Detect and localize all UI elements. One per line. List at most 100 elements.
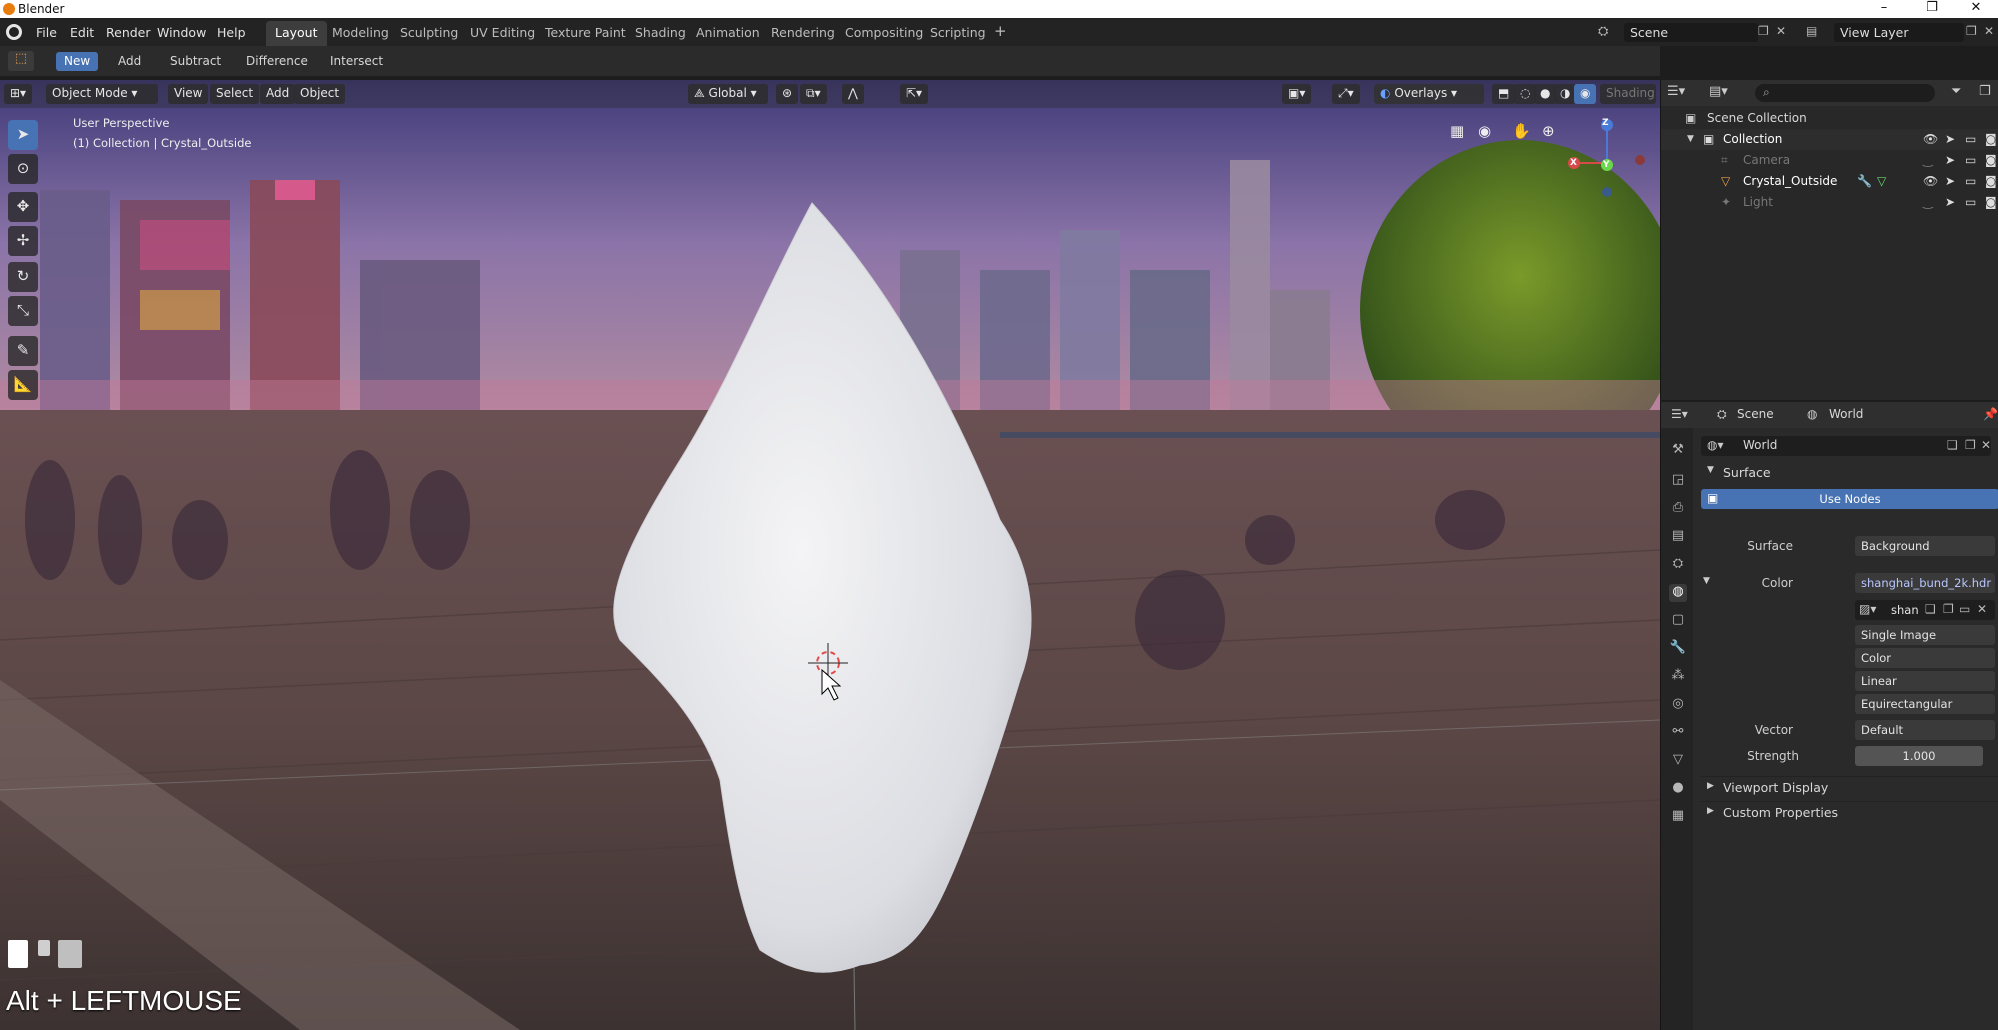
add-workspace-button[interactable]: + (994, 22, 1007, 40)
tab-rendering[interactable]: Rendering (771, 25, 835, 40)
new-collection-icon[interactable]: ❐ (1979, 84, 1991, 99)
tab-world-icon[interactable]: ◍ (1669, 584, 1687, 602)
color-image-texture-field[interactable]: shanghai_bund_2k.hdr (1855, 573, 1995, 593)
filter-icon[interactable]: ⏷ (1951, 84, 1961, 99)
tab-animation[interactable]: Animation (696, 25, 760, 40)
tab-texture-icon[interactable]: ▦ (1669, 808, 1687, 826)
mode-new-button[interactable]: New (56, 52, 99, 71)
outliner-row-scene-collection[interactable]: ▣ Scene Collection (1661, 108, 1998, 129)
scene-selector[interactable]: Scene (1624, 23, 1758, 42)
tab-data-icon[interactable]: ▽ (1669, 752, 1687, 770)
viewport-toggle-icon[interactable]: ▭ (1965, 171, 1976, 191)
restore-button[interactable]: ❐ (1910, 0, 1954, 18)
viewport-toggle-icon[interactable]: ▭ (1965, 192, 1976, 212)
view-layer-selector[interactable]: View Layer (1834, 23, 1964, 42)
visibility-toggle-icon[interactable]: ▣▾ (1282, 84, 1312, 104)
outliner-editor-icon[interactable]: ☰▾ (1667, 84, 1685, 99)
menu-file[interactable]: File (36, 25, 57, 40)
shading-rendered-icon[interactable]: ◉ (1574, 84, 1597, 104)
move-tool-icon[interactable]: ✥ (8, 192, 38, 222)
menu-render[interactable]: Render (106, 25, 151, 40)
shading-dropdown[interactable]: Shading (1600, 84, 1656, 104)
visibility-eye-icon[interactable]: ‿ (1923, 150, 1933, 170)
tab-uv-editing[interactable]: UV Editing (470, 25, 535, 40)
tab-sculpting[interactable]: Sculpting (400, 25, 458, 40)
toggle-camera-view-icon[interactable]: ▦ (1450, 122, 1464, 140)
world-fake-user-icon[interactable]: ❑ (1947, 438, 1958, 452)
mode-subtract-button[interactable]: Subtract (162, 52, 229, 71)
xray-icon[interactable]: ⬒ (1492, 84, 1516, 104)
selectable-icon[interactable]: ➤ (1945, 171, 1955, 191)
minimize-button[interactable]: – (1862, 0, 1906, 18)
surface-shader-field[interactable]: Background (1855, 536, 1995, 556)
scale-tool-icon[interactable]: ⤡ (8, 296, 38, 326)
tab-compositing[interactable]: Compositing (845, 25, 923, 40)
world-datablock-selector[interactable]: ◍▾ World ❑ ❐ ✕ (1701, 436, 1991, 456)
tab-view-layer-icon[interactable]: ▤ (1669, 528, 1687, 546)
select-box-tool-icon[interactable]: ⬚ (8, 51, 34, 71)
3d-viewport[interactable]: Z X Y ▦ ◉ ✋ ⊕ User Perspective (1) Colle… (0, 80, 1660, 1030)
menu-window[interactable]: Window (157, 25, 206, 40)
add-menu[interactable]: Add (260, 84, 296, 104)
render-toggle-icon[interactable]: ◙ (1985, 171, 1997, 191)
view-menu[interactable]: View (168, 84, 209, 104)
hand-pan-icon[interactable]: ✋ (1512, 122, 1531, 140)
render-toggle-icon[interactable]: ◙ (1985, 129, 1997, 149)
transform-tool-icon[interactable]: ✢ (8, 226, 38, 256)
gizmo-toggle-icon[interactable]: ⇱▾ (900, 84, 929, 104)
camera-icon[interactable]: ◉ (1478, 122, 1491, 140)
tab-texture-paint[interactable]: Texture Paint (545, 25, 626, 40)
overlays-toggle[interactable]: ◐ Overlays ▾ (1374, 84, 1484, 104)
mode-difference-button[interactable]: Difference (238, 52, 316, 71)
projection-dropdown[interactable]: Equirectangular (1855, 694, 1995, 714)
tab-physics-icon[interactable]: ◎ (1669, 696, 1687, 714)
selectable-icon[interactable]: ➤ (1945, 150, 1955, 170)
tab-layout[interactable]: Layout (266, 21, 327, 46)
tab-render-icon[interactable]: ◲ (1669, 472, 1687, 490)
expand-icon[interactable]: ▼ (1687, 129, 1694, 149)
world-remove-icon[interactable]: ✕ (1981, 438, 1991, 452)
visibility-eye-icon[interactable]: ‿ (1923, 192, 1933, 212)
close-button[interactable]: ✕ (1954, 0, 1998, 18)
world-copy-icon[interactable]: ❐ (1965, 438, 1976, 452)
image-remove-icon[interactable]: ✕ (1977, 602, 1987, 616)
scene-remove-icon[interactable]: ✕ (1776, 24, 1786, 38)
tab-tool-icon[interactable]: ⚒ (1669, 442, 1687, 460)
color-expand-icon[interactable]: ▼ (1703, 576, 1710, 586)
annotate-tool-icon[interactable]: ✎ (8, 336, 38, 366)
image-source-dropdown[interactable]: Single Image (1855, 625, 1995, 645)
interpolation-dropdown[interactable]: Linear (1855, 671, 1995, 691)
use-nodes-button[interactable]: ▣ Use Nodes (1701, 489, 1998, 509)
visibility-eye-icon[interactable]: 👁 (1923, 129, 1938, 149)
view-layer-remove-icon[interactable]: ✕ (1984, 24, 1994, 38)
outliner-row-light[interactable]: ✦ Light ‿ ➤ ▭ ◙ (1661, 192, 1998, 213)
object-mode-dropdown[interactable]: Object Mode ▾ (46, 84, 158, 104)
menu-help[interactable]: Help (217, 25, 246, 40)
blender-menu-icon[interactable] (6, 24, 22, 40)
object-menu[interactable]: Object (294, 84, 346, 104)
viewport-toggle-icon[interactable]: ▭ (1965, 129, 1976, 149)
visibility-eye-icon[interactable]: 👁 (1923, 171, 1938, 191)
tab-particles-icon[interactable]: ⁂ (1669, 668, 1687, 686)
expand-icon[interactable]: ▶ (1707, 781, 1714, 791)
selectable-icon[interactable]: ➤ (1945, 192, 1955, 212)
collapse-icon[interactable]: ▼ (1707, 465, 1714, 475)
tab-modeling[interactable]: Modeling (332, 25, 389, 40)
measure-tool-icon[interactable]: 📐 (8, 370, 38, 400)
image-open-icon[interactable]: ▭ (1959, 602, 1970, 616)
display-mode-icon[interactable]: ▤▾ (1709, 84, 1728, 99)
proportional-edit-icon[interactable]: ⋀ (842, 84, 864, 104)
viewport-display-panel-header[interactable]: ▶ Viewport Display (1701, 776, 1998, 798)
outliner-row-crystal-outside[interactable]: ▽ Crystal_Outside 🔧 ▽ 👁 ➤ ▭ ◙ (1661, 171, 1998, 192)
snap-icon[interactable]: ⧉▾ (800, 84, 827, 104)
editor-type-button[interactable]: ⊞▾ (4, 84, 33, 104)
custom-properties-panel-header[interactable]: ▶ Custom Properties (1701, 801, 1998, 823)
rotate-tool-icon[interactable]: ↻ (8, 262, 38, 292)
tab-scripting[interactable]: Scripting (930, 25, 986, 40)
render-toggle-icon[interactable]: ◙ (1985, 150, 1997, 170)
select-menu[interactable]: Select (210, 84, 260, 104)
gizmo-visibility-icon[interactable]: ⤢▾ (1332, 84, 1360, 104)
tab-modifiers-icon[interactable]: 🔧 (1669, 640, 1687, 658)
image-fake-user-icon[interactable]: ❑ (1925, 602, 1936, 616)
image-copy-icon[interactable]: ❐ (1943, 602, 1954, 616)
